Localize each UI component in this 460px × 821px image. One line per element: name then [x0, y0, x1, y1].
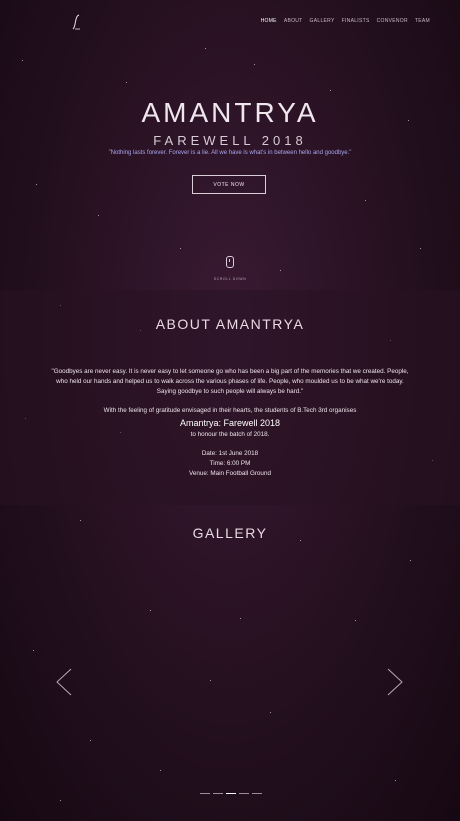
mouse-scroll-icon[interactable]	[226, 256, 234, 268]
about-section: ABOUT AMANTRYA "Goodbyes are never easy.…	[0, 290, 460, 505]
about-gratitude: With the feeling of gratitude envisaged …	[103, 407, 357, 414]
vote-now-button[interactable]: VOTE NOW	[192, 175, 266, 194]
gallery-pagination	[200, 793, 262, 794]
next-slide-arrow-icon[interactable]	[386, 668, 404, 696]
prev-slide-arrow-icon[interactable]	[55, 668, 73, 696]
about-title: ABOUT AMANTRYA	[155, 316, 305, 332]
event-details: Date: 1st June 2018 Time: 6:00 PM Venue:…	[0, 449, 460, 478]
about-honour: to honour the batch of 2018.	[190, 431, 270, 438]
event-venue: Venue: Main Football Ground	[189, 469, 271, 477]
hero-section: AMANTRYA FAREWELL 2018 "Nothing lasts fo…	[0, 0, 460, 290]
slide-indicator-1[interactable]	[200, 793, 210, 794]
event-time: Time: 6:00 PM	[209, 459, 251, 467]
hero-title: AMANTRYA	[141, 97, 319, 128]
event-name: Amantrya: Farewell 2018	[179, 418, 281, 428]
slide-indicator-5[interactable]	[252, 793, 262, 794]
slide-indicator-3[interactable]	[226, 793, 236, 794]
event-date: Date: 1st June 2018	[201, 450, 259, 457]
hero-subtitle: FAREWELL 2018	[153, 133, 307, 148]
scroll-down-label: SCROLL DOWN	[213, 277, 247, 281]
gallery-title: GALLERY	[192, 525, 268, 541]
hero-quote: "Nothing lasts forever. Forever is a lie…	[108, 150, 352, 156]
slide-indicator-2[interactable]	[213, 793, 223, 794]
gallery-section: GALLERY	[0, 505, 460, 821]
about-paragraph: "Goodbyes are never easy. It is never ea…	[51, 368, 409, 395]
slide-indicator-4[interactable]	[239, 793, 249, 794]
